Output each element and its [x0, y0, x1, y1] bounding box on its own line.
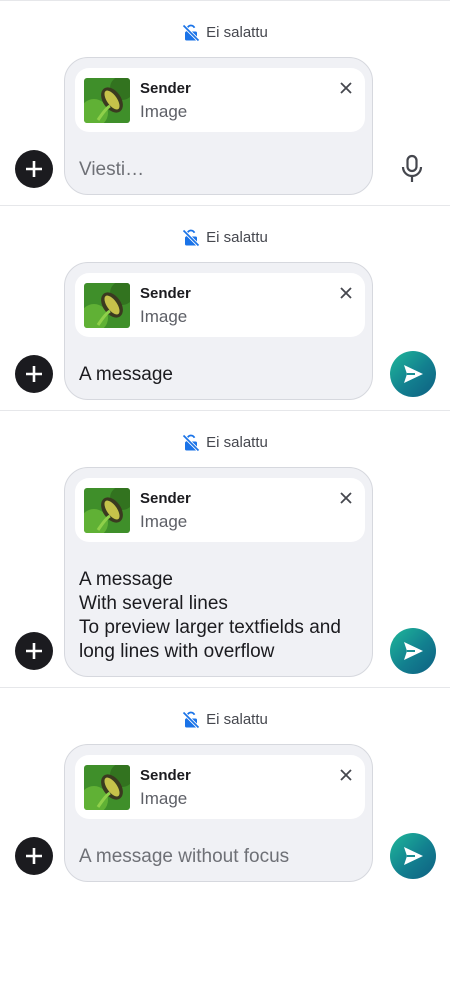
no-encryption-lock-icon [182, 228, 200, 247]
add-icon [26, 643, 42, 659]
microphone-icon [401, 154, 423, 182]
encryption-status: Ei salattu [0, 411, 450, 453]
encryption-label: Ei salattu [206, 229, 268, 246]
send-icon [404, 365, 423, 383]
send-button[interactable] [390, 833, 436, 879]
reply-type: Image [140, 512, 188, 531]
encryption-status: Ei salattu [0, 206, 450, 248]
reply-thumbnail [84, 283, 130, 328]
close-reply-button[interactable] [337, 79, 355, 97]
close-icon [340, 82, 352, 94]
send-button[interactable] [390, 628, 436, 674]
encryption-label: Ei salattu [206, 711, 268, 728]
reply-thumbnail [84, 78, 130, 123]
reply-preview: Sender Image [75, 273, 365, 337]
close-reply-button[interactable] [337, 284, 355, 302]
reply-preview: Sender Image [75, 68, 365, 132]
add-attachment-button[interactable] [15, 150, 53, 188]
encryption-label: Ei salattu [206, 24, 268, 41]
no-encryption-lock-icon [182, 433, 200, 452]
send-button[interactable] [390, 351, 436, 397]
close-icon [340, 492, 352, 504]
composer-4: Ei salattu Sender Image A message withou… [0, 688, 450, 892]
message-text: A message With several lines To preview … [79, 569, 341, 662]
add-attachment-button[interactable] [15, 632, 53, 670]
send-icon [404, 642, 423, 660]
add-icon [26, 161, 42, 177]
reply-sender: Sender [140, 490, 191, 507]
reply-preview: Sender Image [75, 755, 365, 819]
composer-3: Ei salattu Sender Image A message With s… [0, 411, 450, 687]
composer-2: Ei salattu Sender Image A message [0, 206, 450, 410]
message-field[interactable]: Sender Image A message [64, 262, 373, 400]
encryption-status: Ei salattu [0, 1, 450, 43]
add-attachment-button[interactable] [15, 355, 53, 393]
message-field[interactable]: Sender Image A message without focus [64, 744, 373, 882]
composer-1: Ei salattu Sender Image Viesti… [0, 1, 450, 205]
reply-thumbnail [84, 765, 130, 810]
message-text-unfocused: A message without focus [79, 846, 290, 867]
close-reply-button[interactable] [337, 766, 355, 784]
message-field[interactable]: Sender Image Viesti… [64, 57, 373, 195]
reply-thumbnail [84, 488, 130, 533]
message-field[interactable]: Sender Image A message With several line… [64, 467, 373, 677]
reply-preview: Sender Image [75, 478, 365, 542]
encryption-status: Ei salattu [0, 688, 450, 730]
reply-type: Image [140, 789, 188, 808]
close-icon [340, 287, 352, 299]
reply-type: Image [140, 307, 188, 326]
no-encryption-lock-icon [182, 710, 200, 729]
add-icon [26, 848, 42, 864]
reply-sender: Sender [140, 285, 191, 302]
message-placeholder: Viesti… [79, 159, 145, 180]
voice-message-button[interactable] [398, 153, 426, 185]
no-encryption-lock-icon [182, 23, 200, 42]
encryption-label: Ei salattu [206, 434, 268, 451]
message-text: A message [79, 364, 173, 385]
send-icon [404, 847, 423, 865]
reply-type: Image [140, 102, 188, 121]
add-icon [26, 366, 42, 382]
add-attachment-button[interactable] [15, 837, 53, 875]
reply-sender: Sender [140, 80, 191, 97]
close-icon [340, 769, 352, 781]
reply-sender: Sender [140, 767, 191, 784]
close-reply-button[interactable] [337, 489, 355, 507]
